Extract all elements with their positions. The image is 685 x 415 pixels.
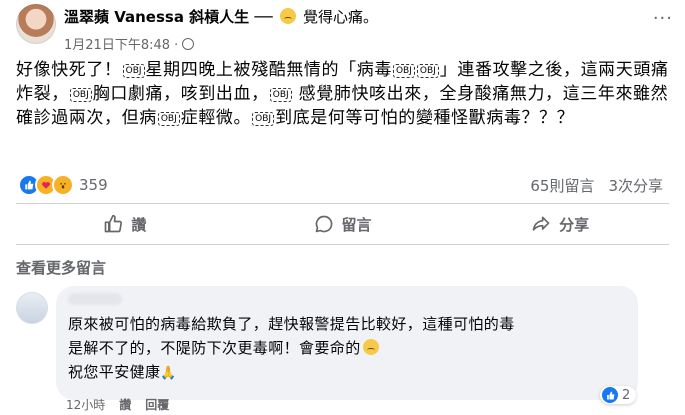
commenter-avatar[interactable] [16, 292, 48, 324]
comment-button[interactable]: 留言 [234, 206, 452, 242]
praying-hands-icon: 🙏 [160, 366, 177, 381]
action-bar: 讚 留言 分享 [16, 206, 669, 242]
view-more-comments-link[interactable]: 查看更多留言 [16, 257, 106, 278]
placeholder-tag: OBJ [122, 64, 145, 78]
placeholder-tag: OBJ [392, 64, 415, 78]
divider [16, 203, 669, 204]
post-header: 溫翠蘋 Vanessa 斜槓人生 ── 覺得心痛。 [64, 6, 378, 27]
comment-line: 祝您平安健康🙏 [68, 360, 628, 386]
reaction-count: 359 [79, 176, 108, 194]
share-count[interactable]: 3次分享 [608, 175, 663, 196]
feeling-text: 覺得心痛。 [302, 8, 378, 26]
comment-like-count: 2 [622, 387, 631, 403]
placeholder-tag: OBJ [269, 88, 292, 102]
share-button-label: 分享 [559, 215, 590, 234]
post-meta: 1月21日下午8:48 · [64, 34, 195, 53]
post-text: 好像快死了！ OBJ 星期四晚上被殘酷無情的「病毒 OBJ OBJ 」連番攻擊之後，這兩天… [16, 60, 669, 128]
sad-face-icon [279, 8, 296, 24]
comment-reply-link[interactable]: 回覆 [145, 396, 169, 413]
placeholder-tag: OBJ [252, 112, 275, 126]
comment-icon [315, 215, 332, 233]
share-icon [532, 216, 550, 231]
placeholder-tag: OBJ [157, 112, 180, 126]
author-name[interactable]: 溫翠蘋 Vanessa 斜槓人生 [64, 8, 249, 26]
comment-button-label: 留言 [341, 215, 372, 234]
thumbs-up-icon [104, 214, 123, 233]
header-dash: ── [254, 8, 273, 26]
like-button[interactable]: 讚 [16, 206, 234, 242]
more-options-icon[interactable]: ··· [653, 8, 673, 29]
placeholder-tag: OBJ [69, 88, 92, 102]
comment-like-link[interactable]: 讚 [119, 396, 131, 413]
commenter-name-redacted[interactable] [68, 293, 122, 305]
comment-text: 原來被可怕的病毒給欺負了，趕快報警提告比較好，這種可怕的毒 是解不了的，不隄防下… [68, 312, 628, 386]
comment-line: 原來被可怕的病毒給欺負了，趕快報警提告比較好，這種可怕的毒 [68, 315, 515, 333]
comment-line: 是解不了的，不隄防下次更毒啊！會要命的 [68, 336, 628, 360]
like-icon [602, 387, 618, 403]
reactions-summary[interactable]: 359 [18, 174, 108, 196]
placeholder-tag: OBJ [416, 64, 439, 78]
comment-time[interactable]: 12小時 [66, 396, 105, 413]
post-timestamp[interactable]: 1月21日下午8:48 · [64, 34, 178, 53]
share-button[interactable]: 分享 [451, 206, 669, 242]
like-button-label: 讚 [131, 215, 147, 234]
worried-face-icon [362, 339, 379, 355]
comment-reaction-badge[interactable]: 2 [600, 386, 637, 404]
author-avatar[interactable] [16, 4, 56, 44]
comment-count[interactable]: 65則留言 [530, 175, 594, 196]
globe-icon [182, 37, 195, 50]
divider [16, 244, 669, 245]
comment-meta: 12小時 讚 回覆 [66, 396, 169, 413]
post-stats: 65則留言 3次分享 [530, 175, 663, 196]
wow-icon [52, 174, 74, 196]
